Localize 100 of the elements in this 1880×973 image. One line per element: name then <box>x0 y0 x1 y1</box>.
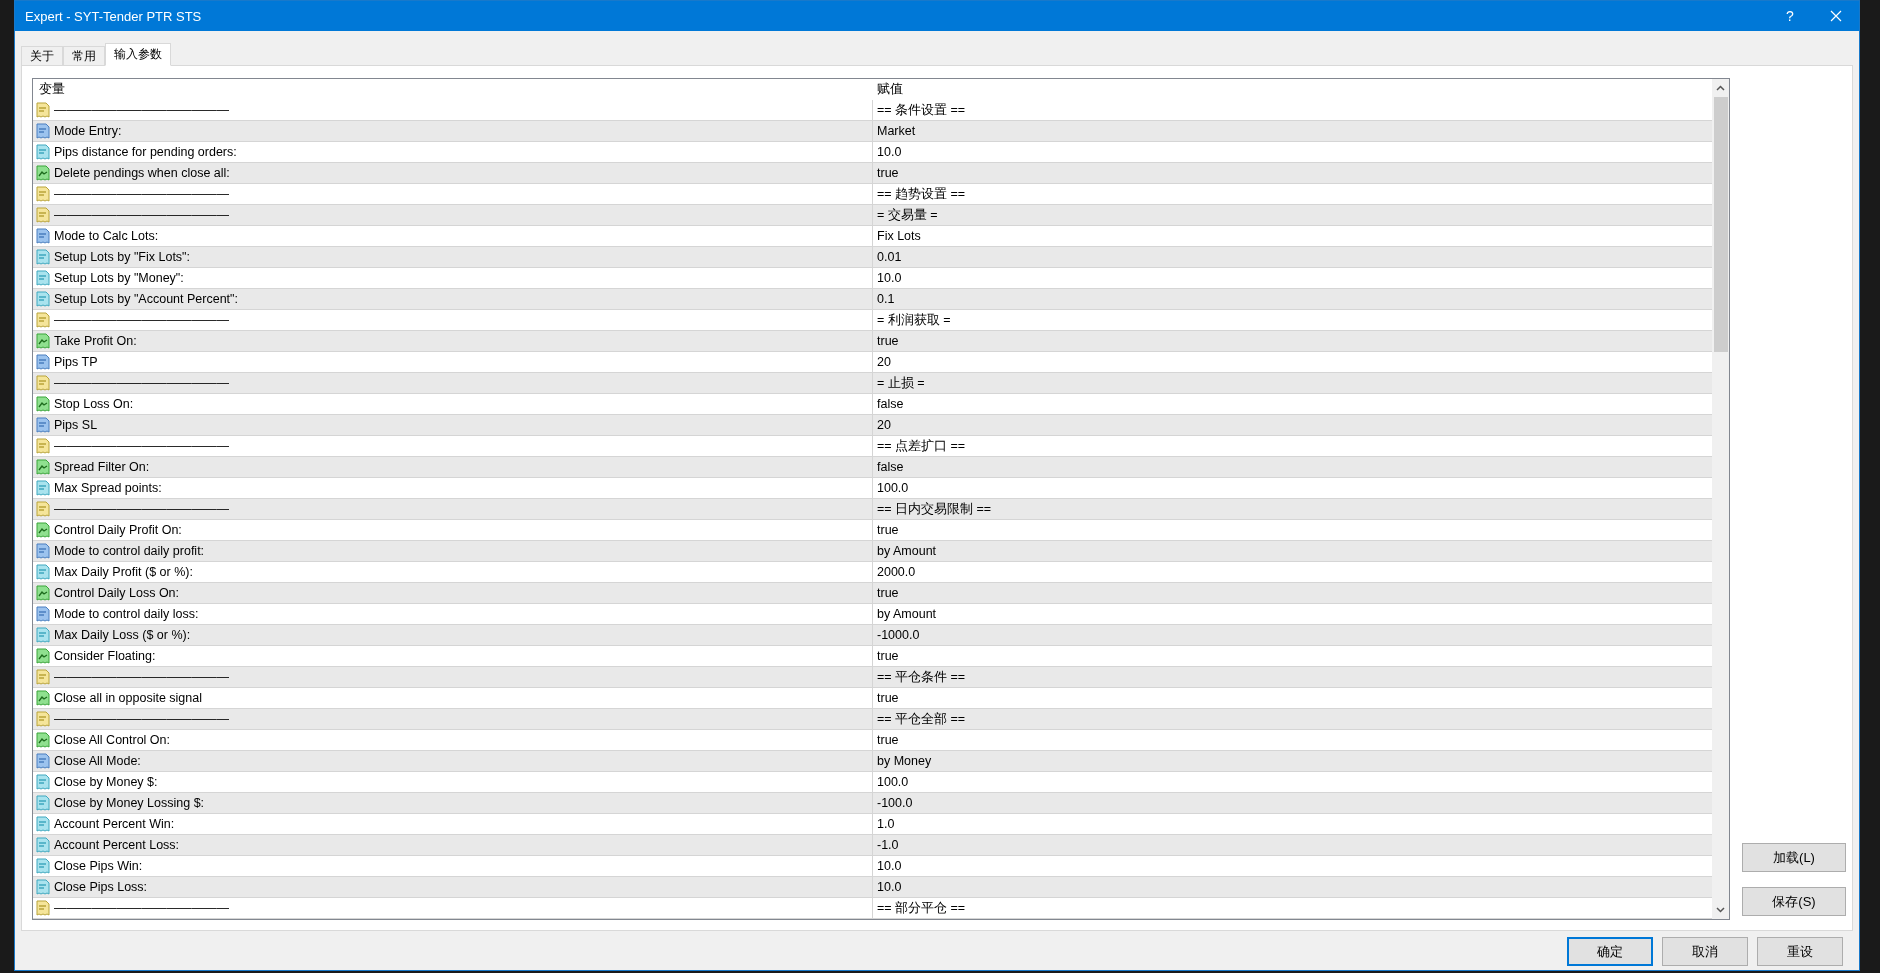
parameter-value: by Amount <box>877 607 937 621</box>
parameter-value: == 趋势设置 == <box>877 185 966 203</box>
parameter-name: Setup Lots by "Money": <box>54 271 184 285</box>
number-param-icon <box>36 837 50 853</box>
parameter-name: Close Pips Win: <box>54 859 143 873</box>
number-param-icon <box>36 627 50 643</box>
parameter-name: —————————————— <box>54 376 229 390</box>
parameter-value: true <box>877 166 899 180</box>
parameter-name: Setup Lots by "Account Percent": <box>54 292 238 306</box>
parameter-name: —————————————— <box>54 712 229 726</box>
parameter-value: 0.1 <box>877 292 895 306</box>
parameter-value: 2000.0 <box>877 565 916 579</box>
parameter-name: —————————————— <box>54 187 229 201</box>
parameter-name: —————————————— <box>54 670 229 684</box>
parameter-value: Fix Lots <box>877 229 921 243</box>
text-param-icon <box>36 711 50 727</box>
tab[interactable]: 关于 <box>21 46 63 66</box>
parameter-value: = 交易量 = <box>877 206 938 224</box>
parameter-name: Mode Entry: <box>54 124 122 138</box>
close-icon <box>1830 10 1842 22</box>
parameter-name: Spread Filter On: <box>54 460 150 474</box>
number-param-icon <box>36 858 50 874</box>
parameter-value: 20 <box>877 418 891 432</box>
dialog-button[interactable]: 取消 <box>1662 937 1748 966</box>
number-param-icon <box>36 270 50 286</box>
parameter-value: by Amount <box>877 544 937 558</box>
number-param-icon <box>36 291 50 307</box>
parameter-value: 10.0 <box>877 145 902 159</box>
parameter-value: -100.0 <box>877 796 913 810</box>
parameter-name: —————————————— <box>54 439 229 453</box>
parameter-name: Close by Money Lossing $: <box>54 796 205 810</box>
parameter-value: 0.01 <box>877 250 902 264</box>
dialog-button[interactable]: 确定 <box>1567 937 1653 966</box>
number-param-icon <box>36 249 50 265</box>
text-param-icon <box>36 207 50 223</box>
parameter-value: true <box>877 334 899 348</box>
parameter-name: Stop Loss On: <box>54 397 134 411</box>
parameter-name: Mode to Calc Lots: <box>54 229 159 243</box>
side-button[interactable]: 保存(S) <box>1742 887 1846 916</box>
parameter-name: Max Daily Profit ($ or %): <box>54 565 193 579</box>
tab[interactable]: 常用 <box>63 46 105 66</box>
scrollbar[interactable] <box>1712 79 1729 919</box>
parameter-value: true <box>877 649 899 663</box>
parameter-name: Close All Mode: <box>54 754 141 768</box>
enum-param-icon <box>36 228 50 244</box>
parameter-name: Consider Floating: <box>54 649 156 663</box>
enum-param-icon <box>36 606 50 622</box>
bool-param-icon <box>36 585 50 601</box>
text-param-icon <box>36 501 50 517</box>
number-param-icon <box>36 795 50 811</box>
help-button[interactable]: ? <box>1767 1 1813 31</box>
text-param-icon <box>36 102 50 118</box>
bool-param-icon <box>36 648 50 664</box>
text-param-icon <box>36 669 50 685</box>
parameter-name: Pips SL <box>54 418 98 432</box>
parameter-value: 100.0 <box>877 481 909 495</box>
side-button[interactable]: 加载(L) <box>1742 843 1846 872</box>
parameter-name: Close Pips Loss: <box>54 880 148 894</box>
column-header: 赋值 <box>876 80 904 98</box>
bool-param-icon <box>36 690 50 706</box>
number-param-icon <box>36 480 50 496</box>
enum-param-icon <box>36 354 50 370</box>
parameter-value: == 条件设置 == <box>877 101 966 119</box>
parameter-value: false <box>877 460 904 474</box>
tab[interactable]: 输入参数 <box>105 43 171 66</box>
bool-param-icon <box>36 333 50 349</box>
parameter-value: by Money <box>877 754 932 768</box>
parameter-value: 10.0 <box>877 271 902 285</box>
bool-param-icon <box>36 459 50 475</box>
parameter-name: —————————————— <box>54 502 229 516</box>
parameter-value: = 利润获取 = <box>877 311 951 329</box>
parameter-value: -1.0 <box>877 838 899 852</box>
parameter-value: == 点差扩口 == <box>877 437 966 455</box>
parameter-value: == 平仓条件 == <box>877 668 966 686</box>
parameter-name: Close All Control On: <box>54 733 171 747</box>
parameter-value: true <box>877 523 899 537</box>
parameter-name: Control Daily Loss On: <box>54 586 180 600</box>
text-param-icon <box>36 438 50 454</box>
parameter-name: Mode to control daily profit: <box>54 544 205 558</box>
parameter-value: == 部分平仓 == <box>877 899 966 917</box>
bool-param-icon <box>36 165 50 181</box>
parameter-name: Close by Money $: <box>54 775 158 789</box>
parameter-value: true <box>877 586 899 600</box>
parameter-value: Market <box>877 124 916 138</box>
text-param-icon <box>36 312 50 328</box>
parameter-name: Take Profit On: <box>54 334 137 348</box>
parameter-name: Pips distance for pending orders: <box>54 145 237 159</box>
text-param-icon <box>36 186 50 202</box>
parameter-value: 100.0 <box>877 775 909 789</box>
parameter-value: 10.0 <box>877 880 902 894</box>
parameter-name: Max Daily Loss ($ or %): <box>54 628 191 642</box>
dialog-button[interactable]: 重设 <box>1757 937 1843 966</box>
number-param-icon <box>36 816 50 832</box>
parameter-name: Pips TP <box>54 355 98 369</box>
parameter-name: Account Percent Win: <box>54 817 175 831</box>
parameter-name: Mode to control daily loss: <box>54 607 199 621</box>
parameter-value: = 止损 = <box>877 374 925 392</box>
bool-param-icon <box>36 732 50 748</box>
text-param-icon <box>36 900 50 916</box>
scroll-thumb[interactable] <box>1713 97 1728 352</box>
